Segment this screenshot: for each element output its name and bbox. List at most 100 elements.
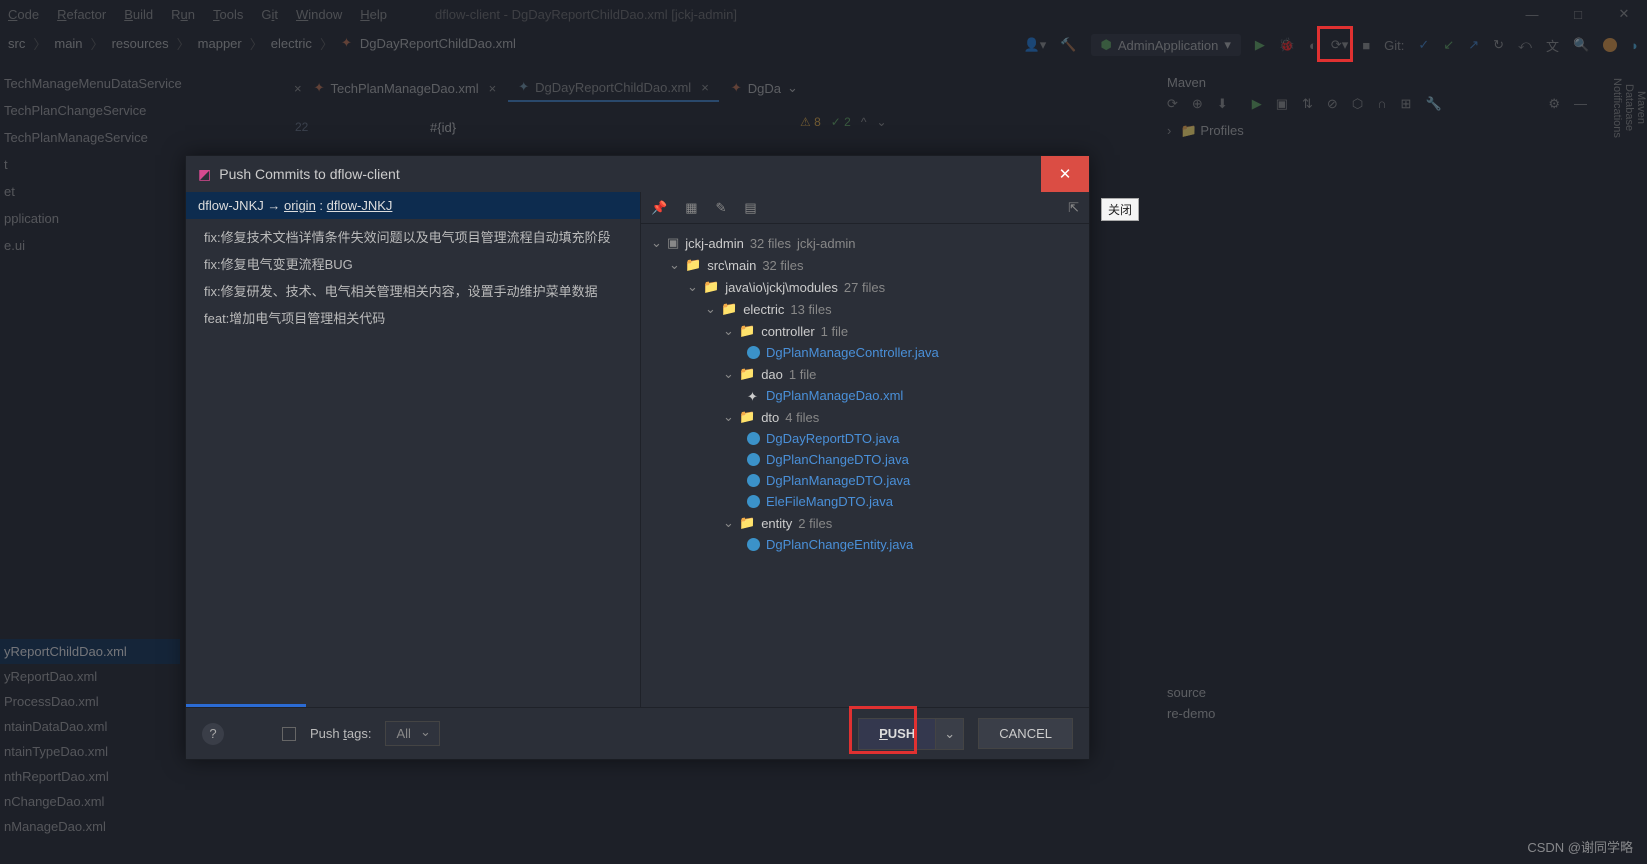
file-item[interactable]: nManageDao.xml xyxy=(0,814,180,839)
notifications-toolwindow[interactable]: Notifications xyxy=(1611,78,1623,138)
run-icon[interactable]: ▶ xyxy=(1255,37,1265,53)
maven-tree-item[interactable]: re-demo xyxy=(1167,703,1587,724)
push-button[interactable]: PUSH xyxy=(858,718,936,750)
commit-item[interactable]: fix:修复电气变更流程BUG xyxy=(204,250,622,277)
git-history-icon[interactable]: ↻ xyxy=(1493,37,1504,53)
crumb-main[interactable]: main xyxy=(54,36,82,51)
stop-icon[interactable]: ■ xyxy=(1362,38,1370,53)
menu-code[interactable]: Code xyxy=(8,7,39,22)
menu-tools[interactable]: Tools xyxy=(213,7,243,22)
file-item[interactable]: DgPlanChangeEntity.java xyxy=(766,537,913,552)
crumb-mapper[interactable]: mapper xyxy=(198,36,242,51)
file-item[interactable]: DgPlanChangeDTO.java xyxy=(766,452,909,467)
debug-icon[interactable]: 🐞 xyxy=(1279,37,1295,53)
dialog-title-bar[interactable]: ◩ Push Commits to dflow-client ✕ xyxy=(186,156,1089,192)
java-icon xyxy=(747,495,760,508)
pin-icon[interactable]: 📌 xyxy=(651,200,667,216)
file-item[interactable]: yReportChildDao.xml xyxy=(0,639,180,664)
file-item[interactable]: nChangeDao.xml xyxy=(0,789,180,814)
menu-refactor[interactable]: Refactor xyxy=(57,7,106,22)
help-button[interactable]: ? xyxy=(202,723,224,745)
file-item[interactable]: DgPlanManageController.java xyxy=(766,345,939,360)
expand-all-icon[interactable]: ⇱ xyxy=(1068,200,1079,216)
git-push-icon[interactable]: ↗ xyxy=(1468,37,1479,53)
run-maven-icon[interactable]: ▶ xyxy=(1252,96,1262,112)
group-icon[interactable]: ▦ xyxy=(685,200,697,216)
generate-icon[interactable]: ⊕ xyxy=(1192,96,1203,112)
offline-icon[interactable]: ⬡ xyxy=(1352,96,1363,112)
maven-toolwindow[interactable]: Maven xyxy=(1635,78,1647,138)
service-item[interactable]: TechPlanManageService xyxy=(0,124,180,151)
editor-tab[interactable]: ✦DgDa⌄ xyxy=(721,75,808,101)
crumb-file[interactable]: DgDayReportChildDao.xml xyxy=(360,36,516,51)
push-dropdown[interactable]: ⌄ xyxy=(936,718,964,750)
maven-tree-item[interactable]: source xyxy=(1167,682,1587,703)
coverage-icon[interactable]: ◐ xyxy=(1309,38,1317,53)
commit-item[interactable]: feat:增加电气项目管理相关代码 xyxy=(204,304,622,331)
file-item[interactable]: yReportDao.xml xyxy=(0,664,180,689)
cancel-button[interactable]: CANCEL xyxy=(978,718,1073,749)
file-item[interactable]: EleFileMangDTO.java xyxy=(766,494,893,509)
file-item[interactable]: DgPlanManageDao.xml xyxy=(766,388,903,403)
commit-item[interactable]: fix:修复研发、技术、电气相关管理相关内容，设置手动维护菜单数据 xyxy=(204,277,622,304)
service-item[interactable]: TechPlanChangeService xyxy=(0,97,180,124)
menu-git[interactable]: Git xyxy=(261,7,278,22)
plugin-icon[interactable]: ◗ xyxy=(1631,38,1639,53)
search-icon[interactable]: 🔍 xyxy=(1573,37,1589,53)
push-tags-combo[interactable]: All xyxy=(385,721,439,746)
download-icon[interactable]: ⬇ xyxy=(1217,96,1228,112)
commit-item[interactable]: fix:修复技术文档详情条件失效问题以及电气项目管理流程自动填充阶段 xyxy=(204,223,622,250)
revert-icon[interactable]: ⤺ xyxy=(1518,37,1532,53)
git-commit-icon[interactable]: ✓ xyxy=(1418,37,1429,53)
translate-icon[interactable]: 文 xyxy=(1546,36,1559,55)
skip-icon[interactable]: ⊘ xyxy=(1327,96,1338,112)
expand-icon[interactable]: ⊞ xyxy=(1401,96,1412,112)
maximize-button[interactable]: □ xyxy=(1555,0,1601,28)
crumb-resources[interactable]: resources xyxy=(112,36,169,51)
service-item[interactable]: t xyxy=(0,151,180,178)
toggle-icon[interactable]: ⇅ xyxy=(1302,96,1313,112)
menu-build[interactable]: Build xyxy=(124,7,153,22)
execute-icon[interactable]: ▣ xyxy=(1276,96,1288,112)
run-config-selector[interactable]: ⬢AdminApplication▾ xyxy=(1091,34,1241,56)
file-item[interactable]: ntainTypeDao.xml xyxy=(0,739,180,764)
hide-icon[interactable]: — xyxy=(1574,96,1587,112)
file-item[interactable]: DgPlanManageDTO.java xyxy=(766,473,910,488)
crumb-src[interactable]: src xyxy=(8,36,25,51)
service-item[interactable]: et xyxy=(0,178,180,205)
profile-icon[interactable]: ⟳▾ xyxy=(1331,37,1348,53)
maven-tree-item[interactable]: › 📁 Profiles xyxy=(1167,120,1587,142)
collapse-icon[interactable]: ∩ xyxy=(1377,96,1386,112)
diff-icon[interactable]: ▤ xyxy=(744,200,756,216)
avatar-icon[interactable] xyxy=(1603,38,1617,52)
user-icon[interactable]: 👤▾ xyxy=(1024,37,1047,53)
settings-icon[interactable]: 🔧 xyxy=(1425,96,1441,112)
branch-row[interactable]: dflow-JNKJ → origin : dflow-JNKJ xyxy=(186,192,640,219)
dialog-close-button[interactable]: ✕ xyxy=(1041,156,1089,192)
database-toolwindow[interactable]: Database xyxy=(1623,78,1635,138)
reload-icon[interactable]: ⟳ xyxy=(1167,96,1178,112)
close-tab-icon[interactable]: × xyxy=(294,81,302,96)
file-item[interactable]: ProcessDao.xml xyxy=(0,689,180,714)
push-tags-checkbox[interactable] xyxy=(282,727,296,741)
close-window-button[interactable]: ✕ xyxy=(1601,0,1647,28)
file-item[interactable]: ntainDataDao.xml xyxy=(0,714,180,739)
minimize-button[interactable]: — xyxy=(1509,0,1555,28)
edit-icon[interactable]: ✎ xyxy=(715,200,726,216)
file-item[interactable]: DgDayReportDTO.java xyxy=(766,431,899,446)
crumb-electric[interactable]: electric xyxy=(271,36,312,51)
commit-list: fix:修复技术文档详情条件失效问题以及电气项目管理流程自动填充阶段 fix:修… xyxy=(186,219,640,335)
menu-window[interactable]: Window xyxy=(296,7,342,22)
service-item[interactable]: e.ui xyxy=(0,232,180,259)
service-item[interactable]: TechManageMenuDataService xyxy=(0,70,180,97)
service-item[interactable]: pplication xyxy=(0,205,180,232)
gear-icon[interactable]: ⚙ xyxy=(1548,96,1560,112)
git-pull-icon[interactable]: ↙ xyxy=(1443,37,1454,53)
hammer-icon[interactable]: 🔨 xyxy=(1060,37,1076,53)
code-text: #{id} xyxy=(430,120,456,135)
menu-run[interactable]: Run xyxy=(171,7,195,22)
file-item[interactable]: nthReportDao.xml xyxy=(0,764,180,789)
editor-tab[interactable]: ✦TechPlanManageDao.xml× xyxy=(304,75,507,101)
editor-tab-active[interactable]: ✦DgDayReportChildDao.xml× xyxy=(508,74,719,102)
menu-help[interactable]: Help xyxy=(360,7,387,22)
